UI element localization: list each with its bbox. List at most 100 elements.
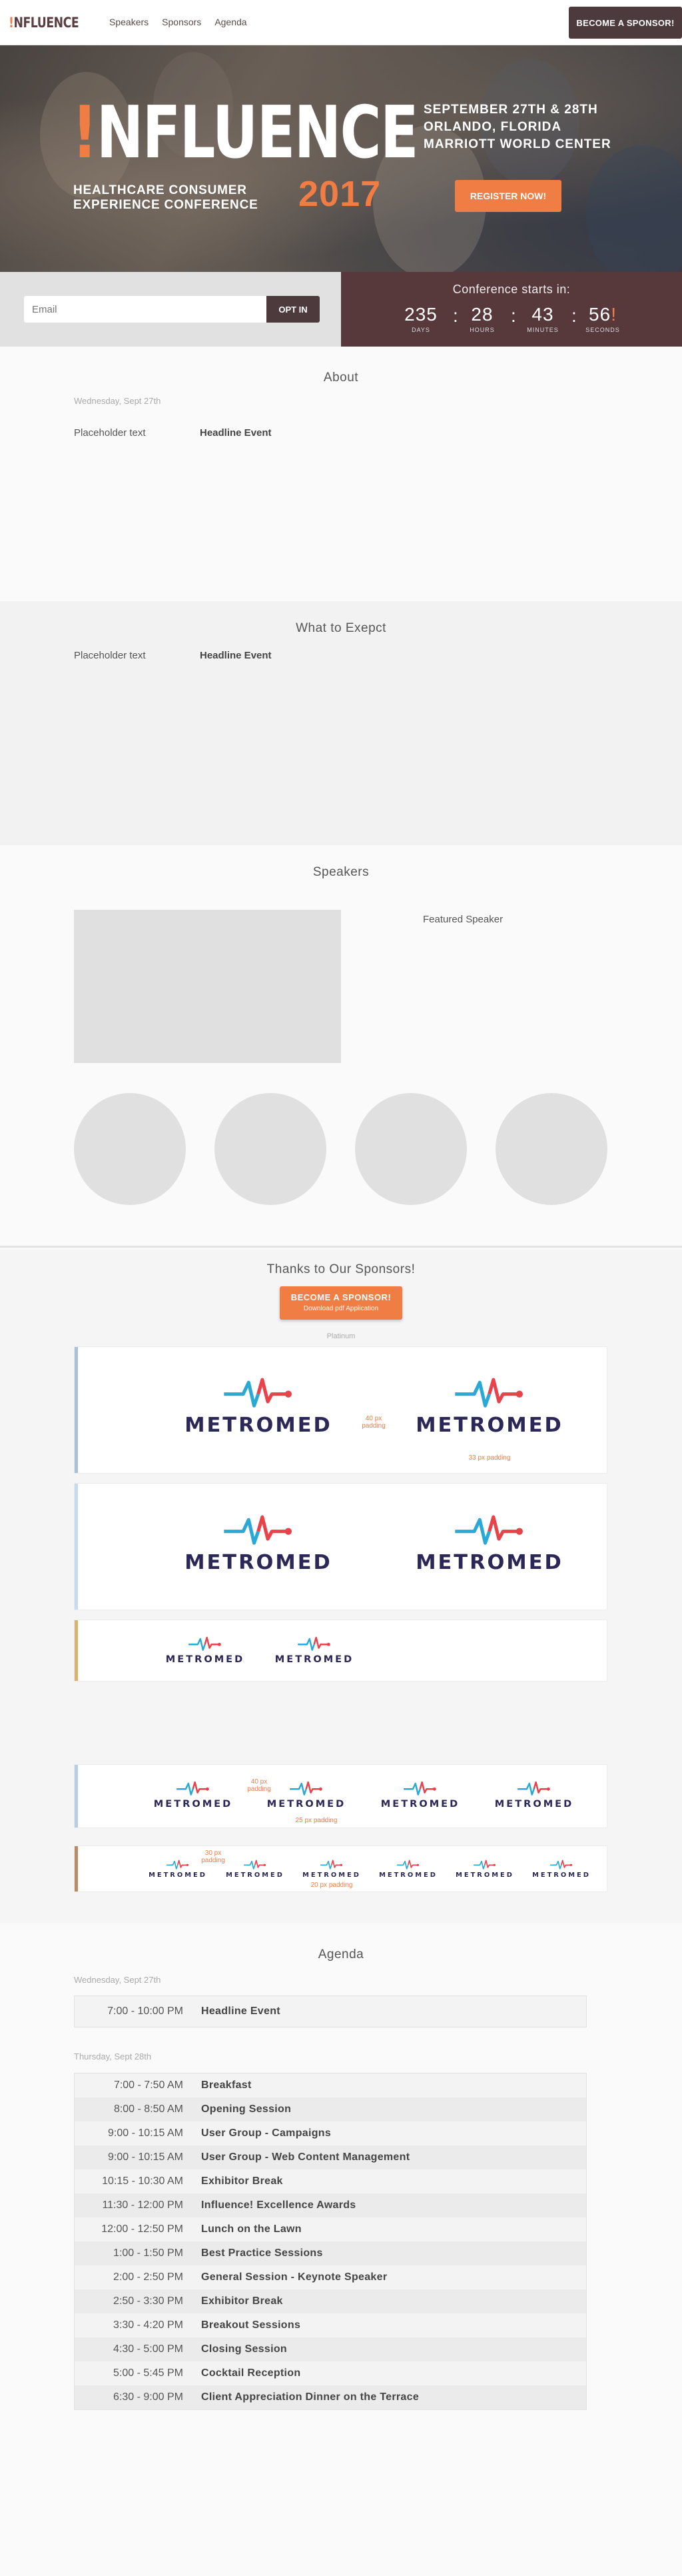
metromed-logo[interactable]: METROMED xyxy=(377,1781,464,1809)
email-input[interactable] xyxy=(24,296,268,323)
logo[interactable]: !NFLUENCE xyxy=(9,15,79,31)
speaker-avatar[interactable] xyxy=(214,1093,326,1205)
countdown-title: Conference starts in: xyxy=(452,283,571,296)
hero-event-info: SEPTEMBER 27TH & 28TH ORLANDO, FLORIDA M… xyxy=(424,101,611,153)
agenda-row[interactable]: 9:00 - 10:15 AM User Group - Web Content … xyxy=(75,2145,586,2169)
logo-wordmark: METROMED xyxy=(379,1871,438,1879)
agenda-time: 2:00 - 2:50 PM xyxy=(113,2271,183,2283)
agenda-row[interactable]: 12:00 - 12:50 PM Lunch on the Lawn xyxy=(75,2217,586,2241)
logo-wordmark: METROMED xyxy=(149,1871,207,1879)
about-heading: About xyxy=(323,371,359,385)
agenda-row[interactable]: 2:00 - 2:50 PM General Session - Keynote … xyxy=(75,2265,586,2289)
speaker-avatar[interactable] xyxy=(496,1093,607,1205)
pulse-icon xyxy=(167,1860,189,1870)
tier-bar xyxy=(75,1765,78,1828)
agenda-row[interactable]: 8:00 - 8:50 AM Opening Session xyxy=(75,2097,586,2121)
agenda-row[interactable]: 4:30 - 5:00 PM Closing Session xyxy=(75,2337,586,2361)
page: !NFLUENCE Speakers Sponsors Agenda BECOM… xyxy=(0,0,682,2576)
padding-note: 30 px padding xyxy=(196,1850,230,1864)
metromed-logo[interactable]: METROMED xyxy=(226,1860,284,1879)
countdown-days-value: 235 xyxy=(404,304,438,325)
hero-subtitle: HEALTHCARE CONSUMER EXPERIENCE CONFERENC… xyxy=(73,183,258,213)
tier-bar xyxy=(75,1484,78,1610)
countdown-minutes-value: 43 xyxy=(531,304,554,325)
metromed-logo[interactable]: METROMED xyxy=(379,1860,438,1879)
expect-heading: What to Exepct xyxy=(296,621,386,635)
expect-section: What to Exepct Placeholder text Headline… xyxy=(0,601,682,845)
agenda-row[interactable]: 6:30 - 9:00 PM Client Appreciation Dinner… xyxy=(75,2385,586,2409)
about-headline: Headline Event xyxy=(200,427,272,439)
agenda-row[interactable]: 11:30 - 12:00 PM Influence! Excellence Aw… xyxy=(75,2193,586,2217)
padding-note-value: 30 px xyxy=(204,1850,222,1857)
agenda-row[interactable]: 7:00 - 10:00 PM Headline Event xyxy=(75,1999,586,2023)
countdown-bang: ! xyxy=(611,304,617,325)
agenda-title: Influence! Excellence Awards xyxy=(201,2199,356,2211)
logo-wordmark: METROMED xyxy=(302,1871,361,1879)
pulse-icon xyxy=(298,1636,331,1651)
agenda-row[interactable]: 1:00 - 1:50 PM Best Practice Sessions xyxy=(75,2241,586,2265)
agenda-row[interactable]: 7:00 - 7:50 AM Breakfast xyxy=(75,2073,586,2097)
metromed-logo[interactable]: METROMED xyxy=(302,1860,361,1879)
agenda-time: 4:30 - 5:00 PM xyxy=(113,2343,183,2355)
agenda-time: 3:30 - 4:20 PM xyxy=(113,2319,183,2331)
countdown-seconds: 56! SECONDS xyxy=(576,304,629,333)
tier-bar xyxy=(75,1347,78,1473)
agenda-row[interactable]: 5:00 - 5:45 PM Cocktail Reception xyxy=(75,2361,586,2385)
logo-wordmark: METROMED xyxy=(266,1798,346,1810)
hero-dates: SEPTEMBER 27TH & 28TH xyxy=(424,103,598,117)
hero-venue: MARRIOTT WORLD CENTER xyxy=(424,137,611,151)
register-now-button[interactable]: REGISTER NOW! xyxy=(455,180,561,212)
metromed-logo[interactable]: METROMED xyxy=(150,1781,236,1809)
top-nav: !NFLUENCE Speakers Sponsors Agenda BECOM… xyxy=(0,0,682,45)
nav-link-agenda[interactable]: Agenda xyxy=(214,17,246,27)
metromed-logo[interactable]: METROMED xyxy=(168,1514,349,1573)
logo-wordmark: METROMED xyxy=(494,1798,574,1810)
sponsor-button-sublabel: Download pdf Application xyxy=(303,1305,379,1312)
agenda-title: Opening Session xyxy=(201,2103,292,2115)
metromed-logo[interactable]: METROMED xyxy=(532,1860,591,1879)
nav-link-speakers[interactable]: Speakers xyxy=(109,17,149,27)
metromed-logo[interactable]: METROMED xyxy=(456,1860,514,1879)
metromed-logo[interactable]: METROMED xyxy=(399,1377,580,1436)
agenda-time: 7:00 - 10:00 PM xyxy=(107,2005,183,2017)
metromed-logo[interactable]: METROMED xyxy=(399,1514,580,1573)
speaker-avatar[interactable] xyxy=(74,1093,186,1205)
agenda-row[interactable]: 2:50 - 3:30 PM Exhibitor Break xyxy=(75,2289,586,2313)
nav-link-sponsors[interactable]: Sponsors xyxy=(162,17,201,27)
agenda-time: 5:00 - 5:45 PM xyxy=(113,2367,183,2379)
agenda-time: 12:00 - 12:50 PM xyxy=(101,2223,183,2235)
pulse-icon xyxy=(290,1781,323,1796)
sponsor-application-button[interactable]: BECOME A SPONSOR! Download pdf Applicati… xyxy=(280,1286,402,1320)
logo-wordmark: METROMED xyxy=(380,1798,460,1810)
hero-subtitle-line1: HEALTHCARE CONSUMER xyxy=(73,183,247,197)
metromed-logo[interactable]: METROMED xyxy=(162,1636,248,1664)
logo-wordmark: METROMED xyxy=(456,1871,514,1879)
agenda-row[interactable]: 9:00 - 10:15 AM User Group - Campaigns xyxy=(75,2121,586,2145)
agenda-time: 1:00 - 1:50 PM xyxy=(113,2247,183,2259)
padding-note-unit: padding xyxy=(247,1786,271,1793)
metromed-logo[interactable]: METROMED xyxy=(168,1377,349,1436)
speakers-section: Speakers Featured Speaker xyxy=(0,845,682,1248)
featured-speaker-photo[interactable] xyxy=(74,910,341,1063)
agenda-row[interactable]: 10:15 - 10:30 AM Exhibitor Break xyxy=(75,2169,586,2193)
padding-note: 33 px padding xyxy=(468,1454,511,1462)
countdown-seconds-number: 56 xyxy=(589,304,611,325)
nav-links: Speakers Sponsors Agenda xyxy=(109,17,247,27)
agenda-title: Client Appreciation Dinner on the Terrac… xyxy=(201,2391,420,2403)
metromed-logo[interactable]: METROMED xyxy=(271,1636,358,1664)
become-sponsor-button[interactable]: BECOME A SPONSOR! xyxy=(569,7,682,39)
speaker-avatar[interactable] xyxy=(355,1093,467,1205)
pulse-icon xyxy=(550,1860,573,1870)
tier-bar xyxy=(75,1620,78,1681)
agenda-title: Cocktail Reception xyxy=(201,2367,301,2379)
metromed-logo[interactable]: METROMED xyxy=(263,1781,350,1809)
agenda-time: 9:00 - 10:15 AM xyxy=(108,2151,183,2163)
agenda-day2-label: Thursday, Sept 28th xyxy=(74,2051,152,2061)
agenda-time: 11:30 - 12:00 PM xyxy=(102,2199,183,2211)
agenda-row[interactable]: 3:30 - 4:20 PM Breakout Sessions xyxy=(75,2313,586,2337)
metromed-logo[interactable]: METROMED xyxy=(491,1781,577,1809)
padding-note: 40 px padding xyxy=(242,1778,276,1793)
opt-in-button[interactable]: OPT IN xyxy=(266,296,320,323)
padding-note-value: 40 px xyxy=(250,1778,268,1786)
countdown-seconds-value: 56! xyxy=(576,304,629,325)
